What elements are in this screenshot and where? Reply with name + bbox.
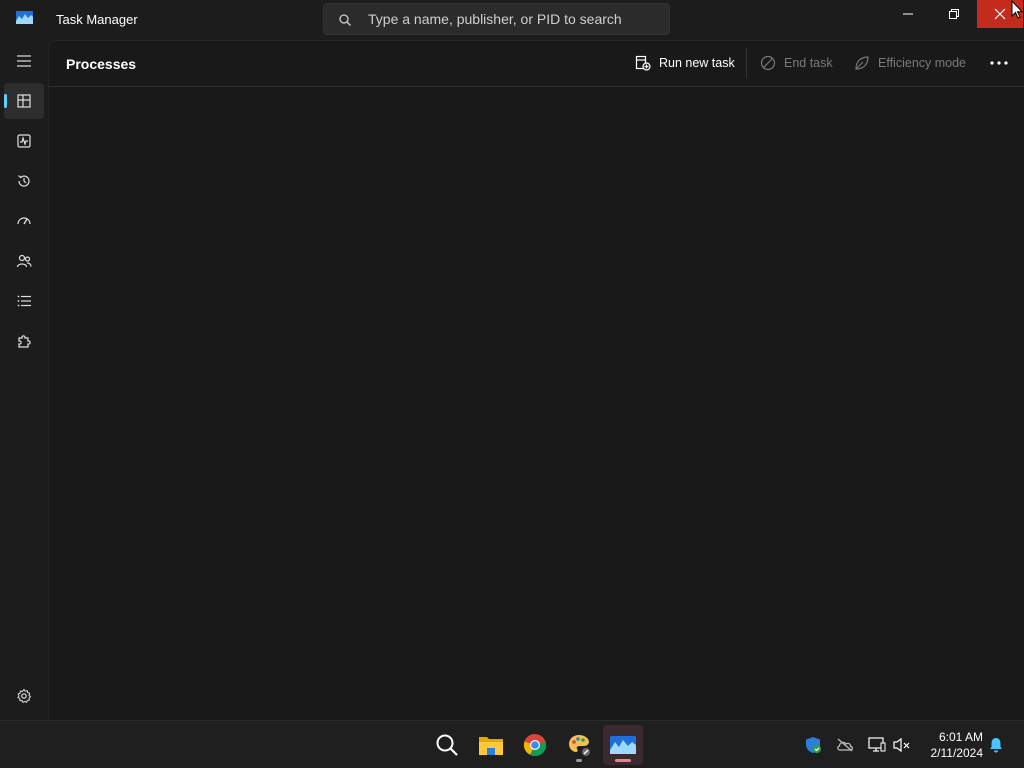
end-task-button[interactable]: End task bbox=[760, 52, 833, 74]
minimize-button[interactable] bbox=[885, 0, 931, 28]
speedometer-icon bbox=[17, 217, 31, 225]
search-icon bbox=[436, 734, 458, 756]
prohibited-icon bbox=[760, 55, 776, 71]
search-box[interactable] bbox=[323, 3, 670, 35]
puzzle-icon bbox=[18, 335, 31, 348]
nav-item-details[interactable] bbox=[4, 283, 44, 319]
list-icon bbox=[17, 295, 31, 307]
more-options-button[interactable] bbox=[986, 53, 1012, 73]
restore-icon bbox=[949, 9, 959, 19]
command-bar: Processes Run new task End task Efficien… bbox=[49, 41, 1024, 87]
nav-item-performance[interactable] bbox=[4, 123, 44, 159]
end-task-label: End task bbox=[784, 56, 833, 70]
tray-security[interactable] bbox=[804, 736, 822, 754]
leaf-icon bbox=[855, 56, 869, 70]
navigation-rail bbox=[0, 40, 48, 720]
hamburger-icon bbox=[17, 55, 31, 67]
taskbar-task-manager[interactable] bbox=[603, 725, 643, 765]
nav-item-processes[interactable] bbox=[4, 83, 44, 119]
main-content: Processes Run new task End task Efficien… bbox=[48, 40, 1024, 720]
history-icon bbox=[18, 175, 30, 187]
taskbar-clock[interactable]: 6:01 AM 2/11/2024 bbox=[915, 729, 984, 761]
bell-icon[interactable] bbox=[987, 736, 1005, 754]
volume-mute-icon bbox=[893, 737, 910, 753]
network-icon bbox=[868, 737, 886, 752]
shield-icon bbox=[806, 737, 821, 753]
chrome-icon bbox=[523, 733, 547, 757]
palette-icon bbox=[569, 735, 590, 756]
run-task-icon bbox=[635, 55, 651, 71]
tray-network[interactable] bbox=[868, 736, 886, 754]
users-icon bbox=[16, 254, 32, 268]
ellipsis-icon bbox=[990, 61, 1008, 65]
nav-item-services[interactable] bbox=[4, 323, 44, 359]
nav-item-users[interactable] bbox=[4, 243, 44, 279]
minimize-icon bbox=[903, 13, 913, 15]
run-new-task-label: Run new task bbox=[659, 56, 735, 70]
cloud-off-icon bbox=[837, 738, 853, 752]
search-input[interactable] bbox=[368, 8, 658, 30]
mouse-cursor-icon bbox=[1011, 0, 1023, 19]
run-new-task-button[interactable]: Run new task bbox=[635, 52, 735, 74]
efficiency-mode-button[interactable]: Efficiency mode bbox=[854, 52, 966, 74]
task-manager-logo-icon bbox=[16, 11, 33, 24]
nav-menu-button[interactable] bbox=[4, 43, 44, 79]
clock-date: 2/11/2024 bbox=[930, 746, 984, 760]
taskbar-paint-app[interactable] bbox=[559, 725, 599, 765]
taskbar: 6:01 AM 2/11/2024 bbox=[0, 720, 1024, 768]
efficiency-mode-label: Efficiency mode bbox=[878, 56, 967, 70]
title-bar: Task Manager bbox=[0, 0, 1024, 40]
nav-item-startup-apps[interactable] bbox=[4, 203, 44, 239]
search-icon bbox=[339, 14, 351, 26]
window-title: Task Manager bbox=[56, 12, 138, 27]
command-separator bbox=[746, 48, 747, 78]
taskbar-chrome[interactable] bbox=[515, 725, 555, 765]
performance-icon bbox=[17, 134, 31, 148]
nav-settings-button[interactable] bbox=[4, 678, 44, 714]
task-manager-icon bbox=[610, 736, 636, 754]
gear-icon bbox=[17, 688, 32, 703]
folder-icon bbox=[479, 737, 503, 755]
page-title: Processes bbox=[66, 56, 137, 72]
tray-volume[interactable] bbox=[893, 736, 911, 754]
taskbar-file-explorer[interactable] bbox=[471, 725, 511, 765]
processes-icon bbox=[17, 94, 31, 108]
restore-button[interactable] bbox=[931, 0, 977, 28]
close-icon bbox=[994, 8, 1006, 20]
clock-time: 6:01 AM bbox=[938, 730, 983, 744]
taskbar-search-button[interactable] bbox=[427, 725, 467, 765]
tray-onedrive[interactable] bbox=[836, 736, 854, 754]
running-indicator bbox=[576, 759, 582, 762]
nav-item-app-history[interactable] bbox=[4, 163, 44, 199]
active-indicator bbox=[615, 759, 631, 762]
